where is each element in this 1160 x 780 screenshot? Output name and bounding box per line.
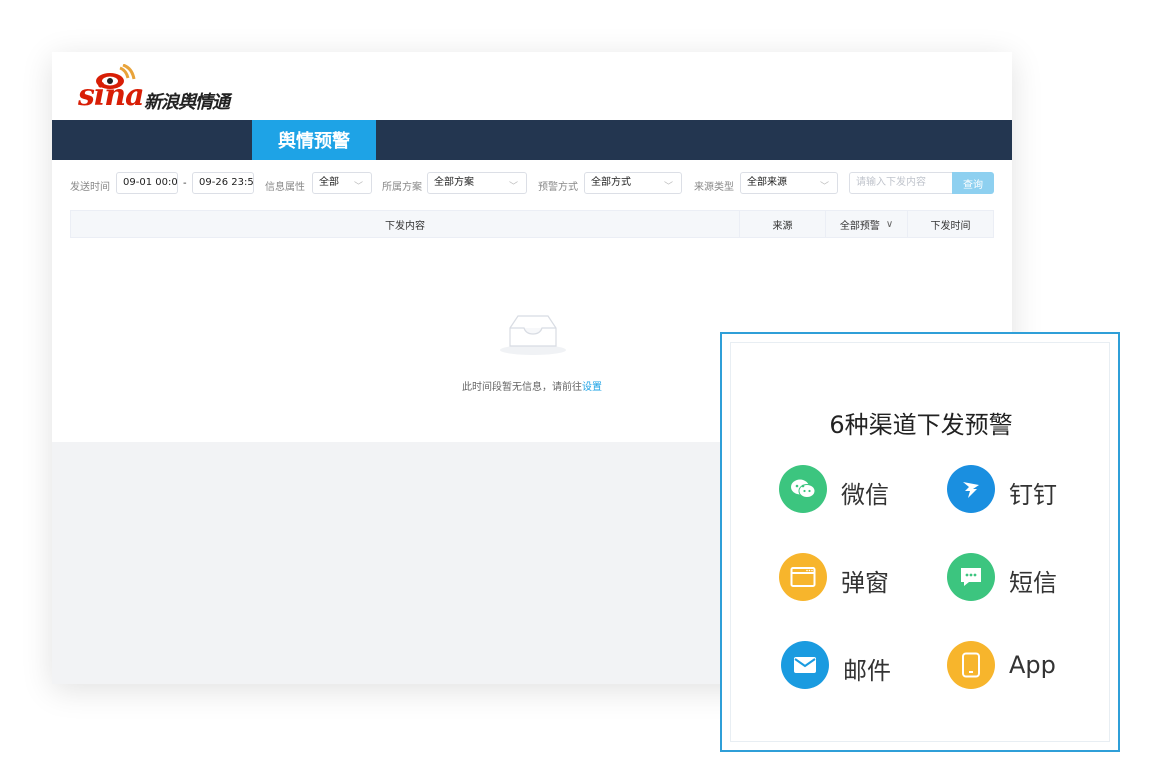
search-button[interactable]: 查询 <box>952 172 994 194</box>
dingtalk-icon <box>947 465 995 513</box>
empty-inbox-icon <box>500 315 566 355</box>
channel-sms: 短信 <box>947 553 1097 603</box>
start-date-input[interactable]: 09-01 00:00 <box>116 172 178 194</box>
logo-product-text: 新浪舆情通 <box>144 92 230 113</box>
info-attr-value: 全部 <box>319 177 339 188</box>
plan-select[interactable]: 全部方案 ﹀ <box>427 172 527 194</box>
channel-label: 邮件 <box>843 657 891 685</box>
source-type-select[interactable]: 全部来源 ﹀ <box>740 172 838 194</box>
sms-icon <box>947 553 995 601</box>
channel-label: 钉钉 <box>1009 481 1057 509</box>
mobile-app-icon <box>947 641 995 689</box>
source-type-label: 来源类型 <box>694 182 734 193</box>
channel-mail: 邮件 <box>781 641 931 691</box>
plan-value: 全部方案 <box>434 177 474 188</box>
filter-bar: 发送时间 09-01 00:00 - 09-26 23:59 信息属性 全部 ﹀… <box>70 172 1000 194</box>
info-attr-label: 信息属性 <box>265 182 305 193</box>
search-input[interactable]: 请输入下发内容 <box>849 172 953 194</box>
source-type-value: 全部来源 <box>747 177 787 188</box>
info-attr-select[interactable]: 全部 ﹀ <box>312 172 372 194</box>
mail-icon <box>781 641 829 689</box>
tab-public-opinion-alert[interactable]: 舆情预警 <box>252 120 376 160</box>
chevron-down-icon: ﹀ <box>663 182 673 192</box>
chevron-down-icon: ﹀ <box>819 182 829 192</box>
top-navbar: 舆情预警 <box>52 120 1012 160</box>
channel-dingtalk: 钉钉 <box>947 465 1097 515</box>
alert-filter-label: 全部预警 <box>839 220 880 232</box>
chevron-down-icon: ﹀ <box>508 182 518 192</box>
popup-window-icon <box>779 553 827 601</box>
channel-label: 微信 <box>841 481 889 509</box>
channel-label: 弹窗 <box>841 569 889 597</box>
chevron-down-icon: ∨ <box>885 218 894 230</box>
column-header-alert-filter[interactable]: 全部预警 ∨ <box>825 211 907 237</box>
column-header-content: 下发内容 <box>385 220 425 232</box>
end-date-input[interactable]: 09-26 23:59 <box>192 172 254 194</box>
plan-label: 所属方案 <box>382 182 422 193</box>
date-separator: - <box>183 178 187 189</box>
sina-logo[interactable]: sina 新浪舆情通 <box>78 64 258 113</box>
channel-label: App <box>1009 651 1056 679</box>
alert-method-select[interactable]: 全部方式 ﹀ <box>584 172 682 194</box>
channels-panel-inner: 6种渠道下发预警 微信 钉钉 弹窗 短信 邮件 App <box>730 342 1110 742</box>
channel-wechat: 微信 <box>779 465 929 515</box>
alert-method-value: 全部方式 <box>591 177 631 188</box>
column-header-source: 来源 <box>739 211 825 237</box>
channel-app: App <box>947 641 1097 691</box>
send-time-label: 发送时间 <box>70 182 110 193</box>
channel-popup: 弹窗 <box>779 553 929 603</box>
channels-panel: 6种渠道下发预警 微信 钉钉 弹窗 短信 邮件 App <box>720 332 1120 752</box>
wechat-icon <box>779 465 827 513</box>
column-header-send-time: 下发时间 <box>907 211 993 237</box>
channels-panel-title: 6种渠道下发预警 <box>829 411 1013 439</box>
logo-brand-text: sina <box>78 78 145 113</box>
alert-method-label: 预警方式 <box>538 182 578 193</box>
header: sina 新浪舆情通 <box>52 52 1012 120</box>
chevron-down-icon: ﹀ <box>353 182 363 192</box>
empty-message-text: 此时间段暂无信息，请前往 <box>462 382 582 393</box>
settings-link[interactable]: 设置 <box>582 382 602 393</box>
channel-label: 短信 <box>1009 569 1057 597</box>
table-header: 下发内容 来源 全部预警 ∨ 下发时间 <box>70 210 994 238</box>
